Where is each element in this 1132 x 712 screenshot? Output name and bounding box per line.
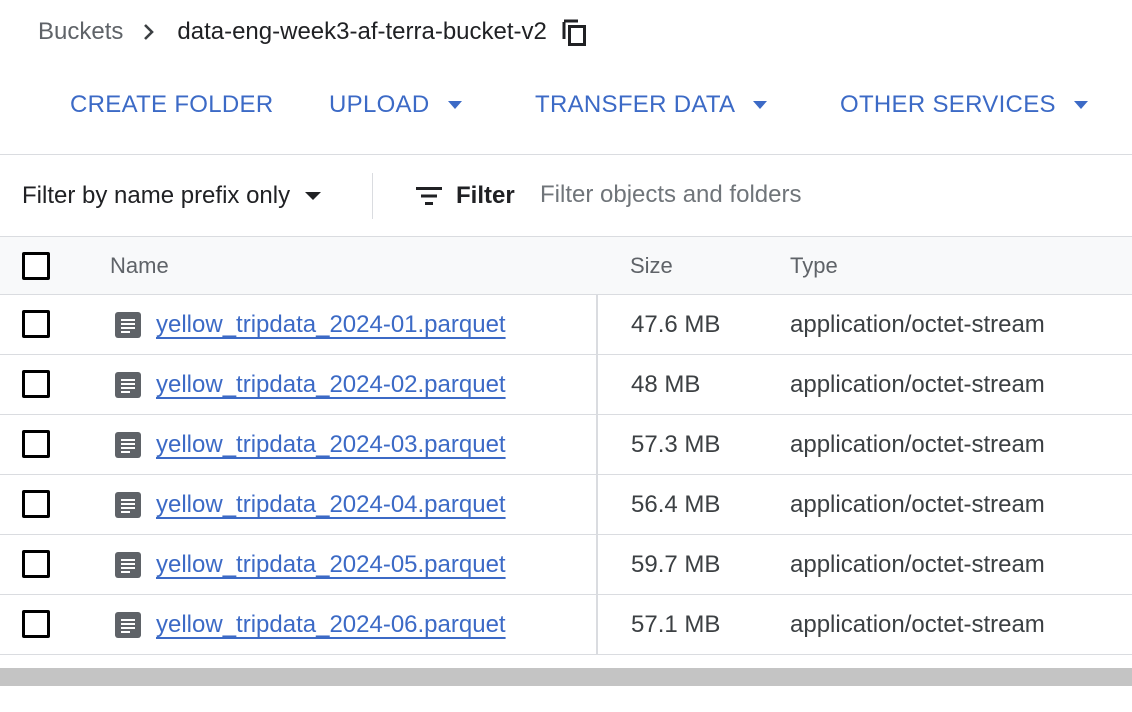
filter-mode-label: Filter by name prefix only [22, 181, 291, 209]
table-row: yellow_tripdata_2024-06.parquet 57.1 MB … [0, 595, 1132, 655]
upload-button[interactable]: UPLOAD [329, 82, 464, 128]
row-checkbox[interactable] [22, 550, 50, 578]
objects-table: Name Size Type yellow_tripdata_2024-01.p… [0, 237, 1132, 655]
other-services-button[interactable]: OTHER SERVICES [840, 82, 1090, 128]
table-row: yellow_tripdata_2024-01.parquet 47.6 MB … [0, 295, 1132, 355]
file-size: 57.1 MB [631, 610, 721, 638]
file-size: 47.6 MB [631, 310, 721, 338]
file-size: 57.3 MB [631, 430, 721, 458]
column-header-type[interactable]: Type [790, 237, 838, 294]
row-checkbox[interactable] [22, 370, 50, 398]
row-checkbox[interactable] [22, 610, 50, 638]
file-type: application/octet-stream [790, 310, 1045, 338]
table-row: yellow_tripdata_2024-04.parquet 56.4 MB … [0, 475, 1132, 535]
file-icon [114, 491, 142, 519]
file-type: application/octet-stream [790, 370, 1045, 398]
create-folder-button[interactable]: CREATE FOLDER [70, 82, 273, 128]
breadcrumb-buckets-link[interactable]: Buckets [38, 18, 123, 46]
chevron-right-icon [139, 22, 159, 42]
create-folder-label: CREATE FOLDER [70, 91, 274, 118]
filter-mode-dropdown[interactable]: Filter by name prefix only [22, 155, 322, 236]
file-type: application/octet-stream [790, 490, 1045, 518]
column-header-name[interactable]: Name [110, 237, 169, 294]
copy-icon[interactable] [561, 17, 589, 47]
other-services-label: OTHER SERVICES [840, 91, 1056, 118]
row-checkbox[interactable] [22, 310, 50, 338]
file-icon [114, 551, 142, 579]
divider [372, 173, 373, 219]
table-row: yellow_tripdata_2024-05.parquet 59.7 MB … [0, 535, 1132, 595]
table-header-row: Name Size Type [0, 237, 1132, 295]
file-name-link[interactable]: yellow_tripdata_2024-04.parquet [156, 475, 506, 534]
file-icon [114, 431, 142, 459]
breadcrumb: Buckets data-eng-week3-af-terra-bucket-v… [38, 14, 589, 50]
file-name-link[interactable]: yellow_tripdata_2024-03.parquet [156, 415, 506, 474]
upload-label: UPLOAD [329, 91, 430, 118]
file-icon [114, 371, 142, 399]
file-type: application/octet-stream [790, 550, 1045, 578]
table-row: yellow_tripdata_2024-02.parquet 48 MB ap… [0, 355, 1132, 415]
horizontal-scrollbar[interactable] [0, 668, 1132, 686]
caret-down-icon [751, 100, 769, 110]
table-row: yellow_tripdata_2024-03.parquet 57.3 MB … [0, 415, 1132, 475]
select-all-checkbox[interactable] [22, 252, 50, 280]
transfer-data-button[interactable]: TRANSFER DATA [535, 82, 769, 128]
file-name-link[interactable]: yellow_tripdata_2024-01.parquet [156, 295, 506, 354]
row-checkbox[interactable] [22, 430, 50, 458]
file-icon [114, 311, 142, 339]
file-type: application/octet-stream [790, 610, 1045, 638]
file-icon [114, 611, 142, 639]
file-size: 56.4 MB [631, 490, 721, 518]
filter-button-label: Filter [456, 181, 515, 209]
filter-icon [414, 184, 444, 208]
filter-input[interactable] [540, 175, 1100, 215]
caret-down-icon [304, 191, 322, 201]
column-header-size[interactable]: Size [630, 237, 673, 294]
transfer-data-label: TRANSFER DATA [535, 91, 736, 118]
file-name-link[interactable]: yellow_tripdata_2024-02.parquet [156, 355, 506, 414]
file-type: application/octet-stream [790, 430, 1045, 458]
file-name-link[interactable]: yellow_tripdata_2024-06.parquet [156, 595, 506, 654]
file-size: 59.7 MB [631, 550, 721, 578]
breadcrumb-bucket-name: data-eng-week3-af-terra-bucket-v2 [177, 18, 547, 45]
filter-button[interactable]: Filter [414, 155, 515, 236]
caret-down-icon [1072, 100, 1090, 110]
caret-down-icon [446, 100, 464, 110]
file-name-link[interactable]: yellow_tripdata_2024-05.parquet [156, 535, 506, 594]
file-size: 48 MB [631, 370, 701, 398]
filter-bar: Filter by name prefix only Filter [0, 155, 1132, 236]
row-checkbox[interactable] [22, 490, 50, 518]
action-toolbar: CREATE FOLDER UPLOAD TRANSFER DATA OTHER… [0, 82, 1132, 128]
